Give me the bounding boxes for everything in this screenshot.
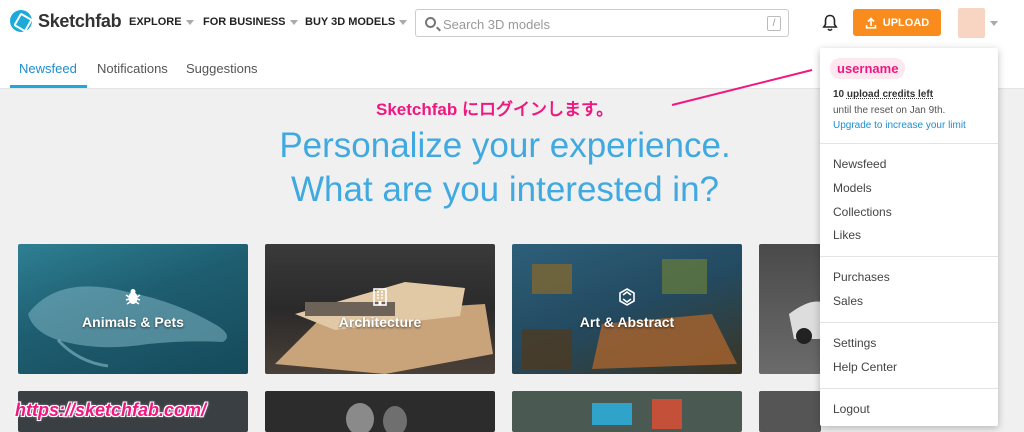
annotation-login-text: Sketchfab にログインします。 xyxy=(376,100,614,119)
annotation-url-text: https://sketchfab.com/ xyxy=(15,400,207,420)
annotation-arrow-line xyxy=(671,69,813,106)
